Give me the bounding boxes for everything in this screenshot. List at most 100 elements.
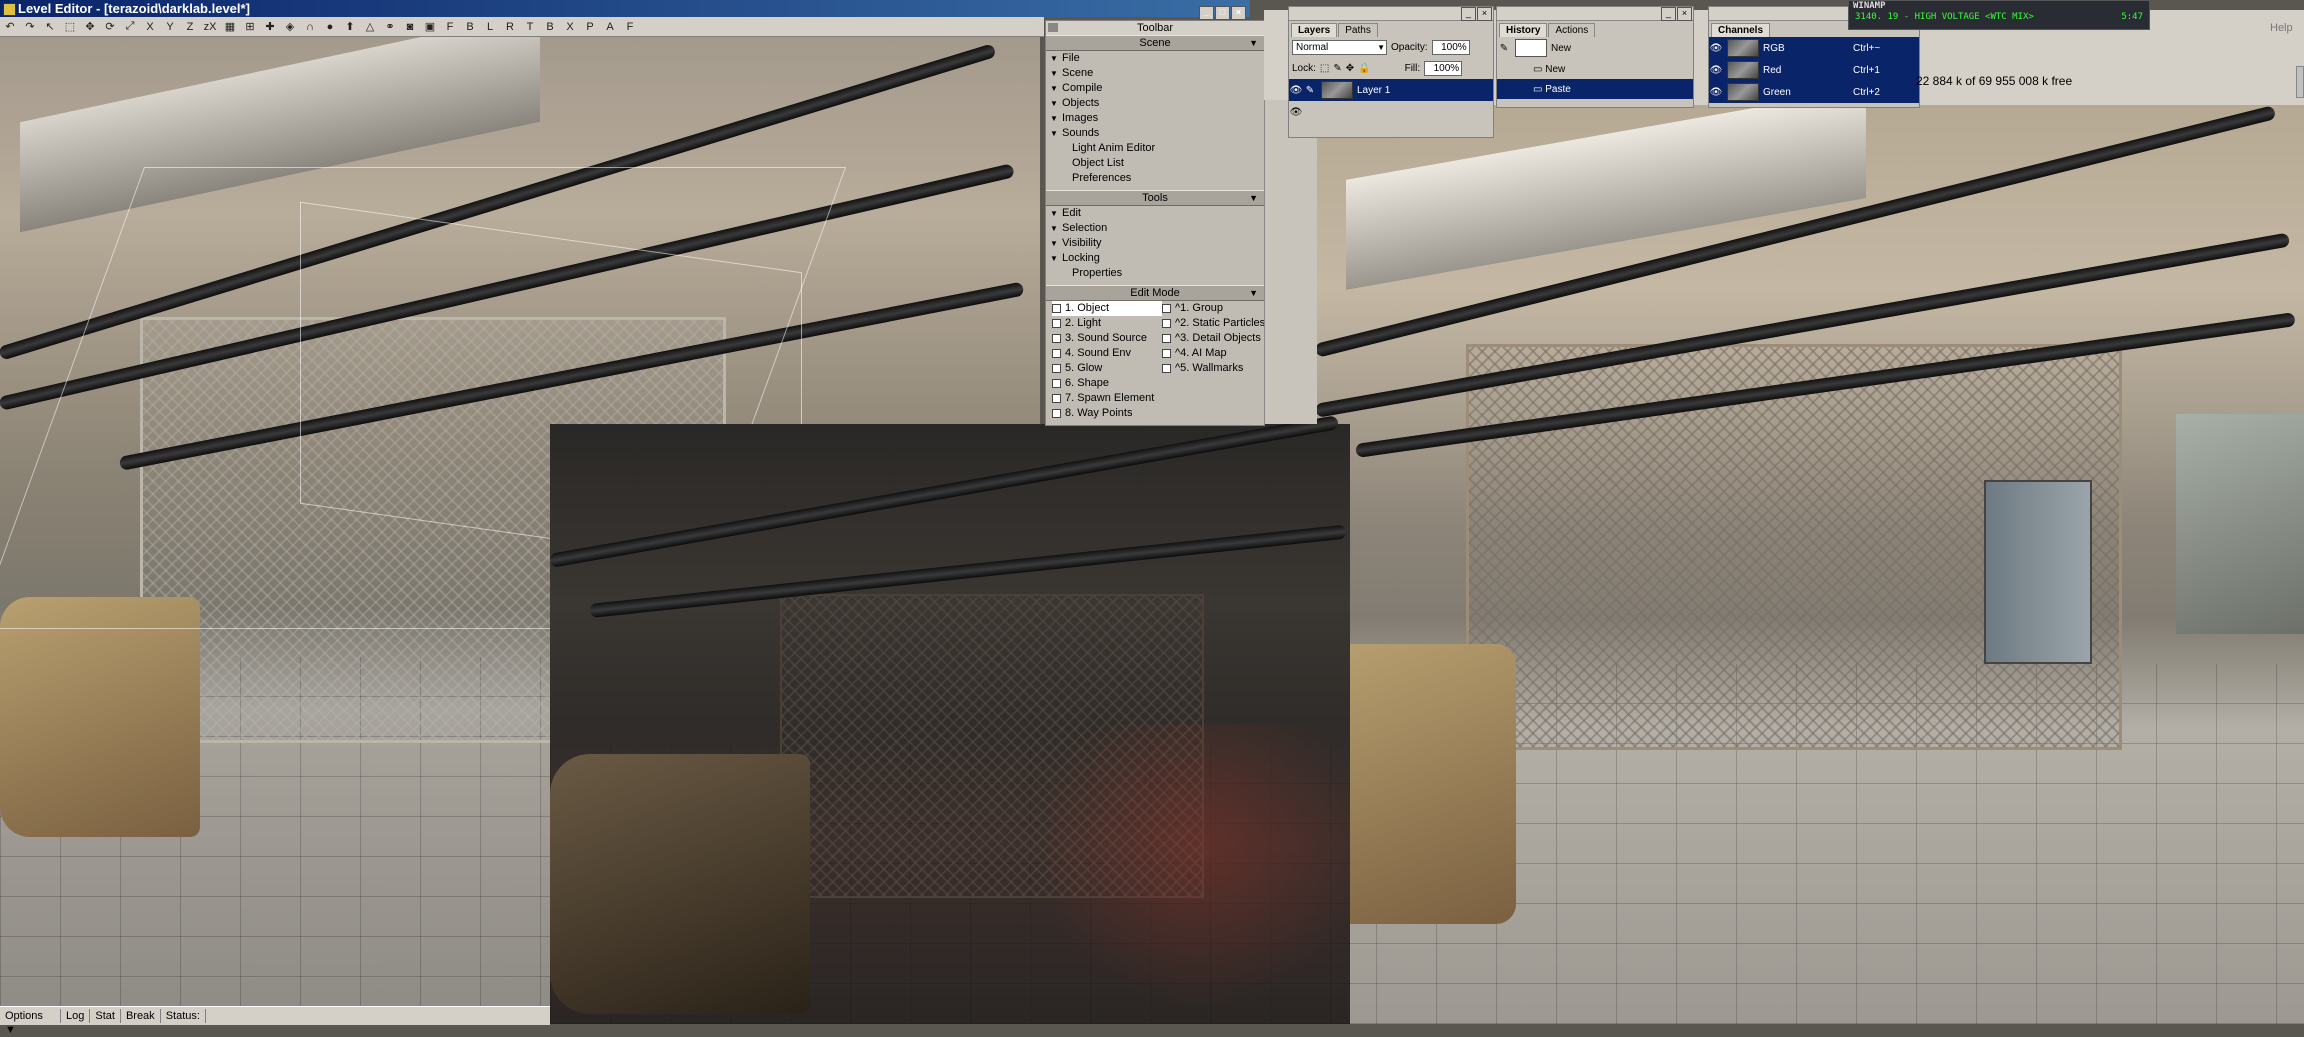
- pivot-icon[interactable]: ✚: [260, 18, 280, 35]
- mode-shape[interactable]: 6. Shape: [1052, 376, 1162, 391]
- normal-icon[interactable]: ⬆: [340, 18, 360, 35]
- options-menu[interactable]: Options ▼: [0, 1009, 61, 1036]
- mode-glow[interactable]: 5. Glow: [1052, 361, 1162, 376]
- tab-channels[interactable]: Channels: [1711, 23, 1771, 37]
- mode-object[interactable]: 1. Object: [1052, 301, 1162, 316]
- menu-properties[interactable]: Properties: [1046, 266, 1264, 281]
- menu-preferences[interactable]: Preferences: [1046, 171, 1264, 186]
- mode-group[interactable]: ^1. Group: [1162, 301, 1272, 316]
- fill-input[interactable]: 100%: [1424, 61, 1463, 76]
- close-icon[interactable]: ×: [1231, 6, 1246, 20]
- history-item-new[interactable]: ▭ New: [1497, 59, 1693, 79]
- mode-sound-env[interactable]: 4. Sound Env: [1052, 346, 1162, 361]
- editor-title-bar[interactable]: Level Editor - [terazoid\darklab.level*]…: [0, 0, 1250, 20]
- opacity-input[interactable]: 100%: [1431, 40, 1470, 55]
- stat-button[interactable]: Stat: [90, 1009, 121, 1023]
- tab-layers[interactable]: Layers: [1291, 23, 1338, 37]
- eye-icon[interactable]: 👁: [1289, 105, 1303, 119]
- history-snapshot[interactable]: ✎ New: [1497, 37, 1693, 59]
- eye-icon[interactable]: 👁: [1709, 41, 1723, 55]
- eye-icon[interactable]: 👁: [1709, 63, 1723, 77]
- lock-move-icon[interactable]: ✥: [1346, 63, 1354, 74]
- view-left-button[interactable]: L: [480, 18, 500, 35]
- mode-way-points[interactable]: 8. Way Points: [1052, 406, 1162, 421]
- menu-scene[interactable]: Scene: [1046, 66, 1264, 81]
- eye-icon[interactable]: 👁: [1289, 83, 1303, 97]
- view-top-button[interactable]: T: [520, 18, 540, 35]
- menu-file[interactable]: File: [1046, 51, 1264, 66]
- menu-object-list[interactable]: Object List: [1046, 156, 1264, 171]
- tab-history[interactable]: History: [1499, 23, 1548, 37]
- grid-icon[interactable]: ▦: [220, 18, 240, 35]
- mode-detail-objects[interactable]: ^3. Detail Objects: [1162, 331, 1272, 346]
- edit-mode-section-header[interactable]: Edit Mode ▼: [1046, 285, 1264, 301]
- scene-section-header[interactable]: Scene ▼: [1046, 35, 1264, 51]
- tab-paths[interactable]: Paths: [1338, 23, 1378, 37]
- scale-icon[interactable]: ⤢: [120, 18, 140, 35]
- view-front-button[interactable]: F: [440, 18, 460, 35]
- axis-y-button[interactable]: Y: [160, 18, 180, 35]
- lock-view-icon[interactable]: ▣: [420, 18, 440, 35]
- axis-x-button[interactable]: X: [140, 18, 160, 35]
- redo-icon[interactable]: ↷: [20, 18, 40, 35]
- magnet-icon[interactable]: ∩: [300, 18, 320, 35]
- mode-sound-source[interactable]: 3. Sound Source: [1052, 331, 1162, 346]
- vertex-snap-icon[interactable]: ◈: [280, 18, 300, 35]
- panel-grip-icon[interactable]: [1048, 23, 1058, 32]
- maximize-icon[interactable]: □: [1215, 6, 1230, 20]
- scrollbar[interactable]: [2296, 66, 2304, 98]
- menu-sounds[interactable]: Sounds: [1046, 126, 1264, 141]
- snap-icon[interactable]: ⊞: [240, 18, 260, 35]
- lock-brush-icon[interactable]: ✎: [1333, 63, 1341, 74]
- log-button[interactable]: Log: [61, 1009, 91, 1023]
- minimize-icon[interactable]: _: [1199, 6, 1214, 20]
- select-icon[interactable]: ⬚: [60, 18, 80, 35]
- link-icon[interactable]: ⚭: [380, 18, 400, 35]
- mode-ai-map[interactable]: ^4. AI Map: [1162, 346, 1272, 361]
- menu-images[interactable]: Images: [1046, 111, 1264, 126]
- mode-light[interactable]: 2. Light: [1052, 316, 1162, 331]
- sphere-icon[interactable]: ●: [320, 18, 340, 35]
- help-menu[interactable]: Help: [2270, 22, 2293, 34]
- undo-icon[interactable]: ↶: [0, 18, 20, 35]
- layer-row[interactable]: 👁 ✎ Layer 1: [1289, 79, 1493, 101]
- channel-row-red[interactable]: 👁 Red Ctrl+1: [1709, 59, 1919, 81]
- triangle-icon[interactable]: △: [360, 18, 380, 35]
- mode-static-particles[interactable]: ^2. Static Particles: [1162, 316, 1272, 331]
- view-right-button[interactable]: R: [500, 18, 520, 35]
- mode-wallmarks[interactable]: ^5. Wallmarks: [1162, 361, 1272, 376]
- break-button[interactable]: Break: [121, 1009, 161, 1023]
- channel-row-green[interactable]: 👁 Green Ctrl+2: [1709, 81, 1919, 103]
- move-icon[interactable]: ✥: [80, 18, 100, 35]
- close-icon[interactable]: ×: [1477, 7, 1492, 21]
- cursor-icon[interactable]: ↖: [40, 18, 60, 35]
- view-bottom-button[interactable]: B: [540, 18, 560, 35]
- menu-compile[interactable]: Compile: [1046, 81, 1264, 96]
- history-item-paste[interactable]: ▭ Paste: [1497, 79, 1693, 99]
- axis-z-button[interactable]: Z: [180, 18, 200, 35]
- lock-transparent-icon[interactable]: ⬚: [1320, 63, 1329, 74]
- view-x-button[interactable]: X: [560, 18, 580, 35]
- tools-section-header[interactable]: Tools ▼: [1046, 190, 1264, 206]
- view-back-button[interactable]: B: [460, 18, 480, 35]
- blend-mode-select[interactable]: Normal ▼: [1292, 40, 1387, 55]
- rotate-icon[interactable]: ⟳: [100, 18, 120, 35]
- winamp-player[interactable]: WINAMP 3140. 19 - HIGH VOLTAGE <WTC MIX>…: [1848, 0, 2150, 30]
- camera-icon[interactable]: ◙: [400, 18, 420, 35]
- minimize-icon[interactable]: _: [1661, 7, 1676, 21]
- eye-icon[interactable]: 👁: [1709, 85, 1723, 99]
- close-icon[interactable]: ×: [1677, 7, 1692, 21]
- menu-edit[interactable]: Edit: [1046, 206, 1264, 221]
- menu-objects[interactable]: Objects: [1046, 96, 1264, 111]
- channel-row-rgb[interactable]: 👁 RGB Ctrl+~: [1709, 37, 1919, 59]
- minimize-icon[interactable]: _: [1461, 7, 1476, 21]
- view-perspective-button[interactable]: P: [580, 18, 600, 35]
- menu-locking[interactable]: Locking: [1046, 251, 1264, 266]
- view-a-button[interactable]: A: [600, 18, 620, 35]
- menu-light-anim-editor[interactable]: Light Anim Editor: [1046, 141, 1264, 156]
- lock-all-icon[interactable]: 🔒: [1358, 63, 1370, 74]
- view-f-button[interactable]: F: [620, 18, 640, 35]
- tab-actions[interactable]: Actions: [1548, 23, 1596, 37]
- menu-visibility[interactable]: Visibility: [1046, 236, 1264, 251]
- mode-spawn-element[interactable]: 7. Spawn Element: [1052, 391, 1162, 406]
